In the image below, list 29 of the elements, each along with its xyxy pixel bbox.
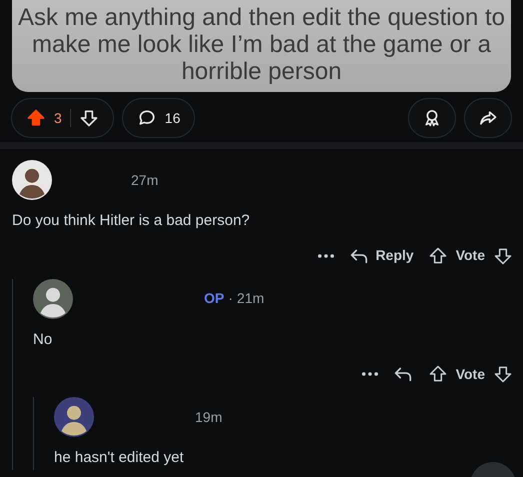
timestamp: 19m [195,408,222,426]
downvote-icon[interactable] [493,246,513,266]
reply-button[interactable]: Reply [348,244,414,266]
award-button[interactable] [408,98,456,138]
comments-button[interactable]: 16 [122,98,196,138]
vote-label: Vote [456,246,485,265]
op-label: OP [204,289,224,308]
more-button[interactable] [318,254,334,258]
score-count: 3 [54,108,62,128]
downvote-icon[interactable] [493,364,513,384]
more-icon [318,254,334,258]
vote-label: Vote [456,364,485,384]
avatar[interactable] [54,397,94,437]
timestamp: 21m [236,289,264,308]
post-text: Ask me anything and then edit the question to make me look like I’m bad at the game or a horrible person [12,0,511,92]
comment-text: No [33,330,54,350]
avatar[interactable] [33,278,73,318]
comment-text: he hasn't edited yet [54,448,185,468]
avatar[interactable] [12,160,52,200]
separator-dot: · [228,289,233,308]
more-button[interactable] [362,372,378,376]
timestamp: 27m [131,170,158,190]
upvote-icon[interactable] [26,108,46,128]
downvote-icon[interactable] [78,108,99,128]
more-icon [362,372,378,376]
upvote-icon[interactable] [428,364,448,384]
upvote-icon[interactable] [428,246,448,266]
comment-text: Do you think Hitler is a bad person? [12,211,251,231]
share-button[interactable] [464,98,512,138]
